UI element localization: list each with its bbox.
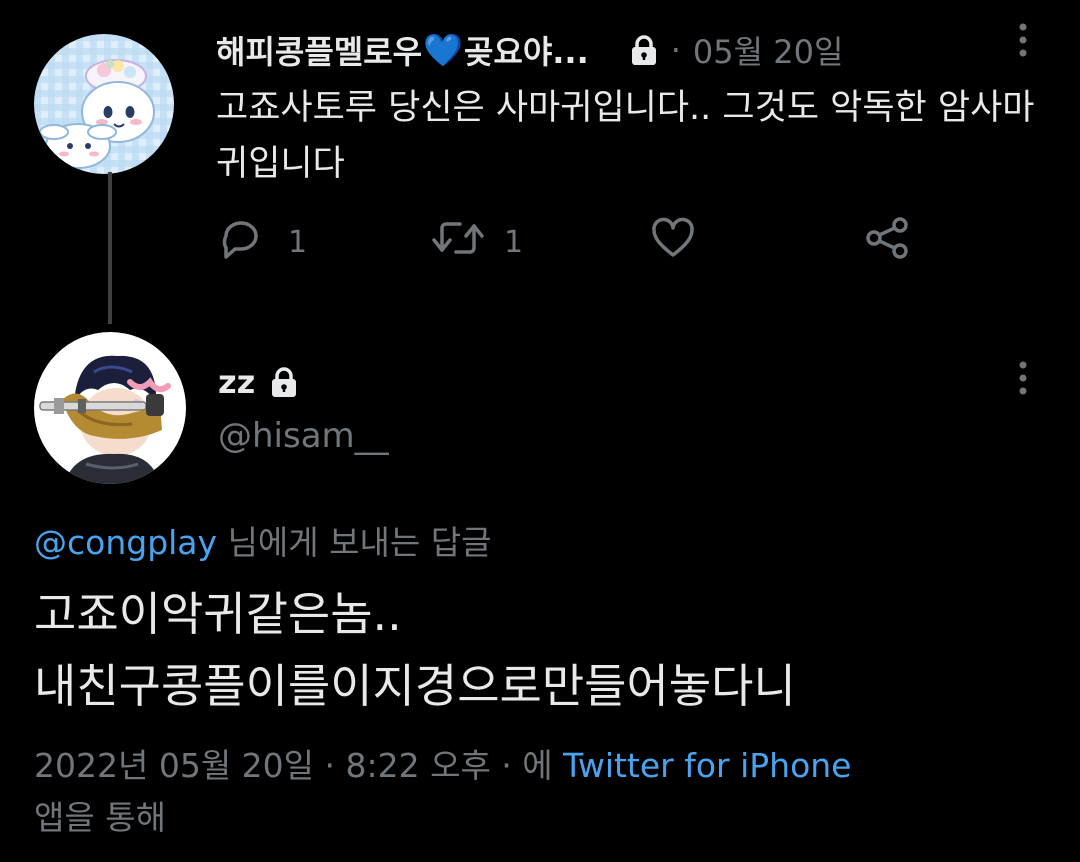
meta-source-link[interactable]: Twitter for iPhone: [563, 746, 851, 785]
lock-icon: [269, 366, 299, 398]
reply-count: 1: [288, 224, 308, 260]
share-icon: [864, 216, 912, 268]
reply-display-name[interactable]: zz: [218, 363, 255, 401]
reply-icon: [218, 216, 264, 268]
replying-to-mention[interactable]: @congplay: [34, 523, 217, 562]
like-icon: [650, 216, 696, 268]
meta-timestamp: 2022년 05월 20일 · 8:22 오후 · 에: [34, 746, 564, 785]
retweet-action[interactable]: 1: [430, 216, 523, 268]
tweet-meta: 2022년 05월 20일 · 8:22 오후 · 에 Twitter for …: [34, 740, 1054, 844]
reply-avatar[interactable]: [34, 332, 186, 484]
reply-handle[interactable]: @hisam__: [218, 416, 389, 456]
reply-more-icon[interactable]: [1008, 358, 1038, 398]
heart-emoji: 💙: [423, 31, 463, 69]
retweet-count: 1: [504, 224, 524, 260]
reply-action[interactable]: 1: [218, 216, 307, 268]
parent-avatar[interactable]: [34, 34, 174, 174]
header-separator: ·: [670, 31, 681, 69]
lock-icon: [629, 34, 659, 66]
parent-avatar-image: [34, 34, 174, 174]
parent-date[interactable]: 05월 20일: [693, 27, 844, 73]
parent-display-name-suffix[interactable]: 곶요야...: [464, 27, 589, 73]
like-action[interactable]: [650, 216, 696, 268]
reply-avatar-image: [34, 332, 186, 484]
share-action[interactable]: [864, 216, 912, 268]
reply-text-line-1: 고죠이악귀같은놈..: [34, 587, 402, 641]
retweet-icon: [430, 216, 486, 268]
reply-text-line-2: 내친구콩플이를이지경으로만들어놓다니: [34, 659, 796, 713]
parent-display-name[interactable]: 해피콩플멜로우: [216, 27, 422, 73]
replying-to-suffix: 님에게 보내는 답글: [217, 523, 492, 562]
parent-header: 해피콩플멜로우 💙 곶요야... · 05월 20일: [216, 26, 843, 74]
reply-tweet-text: 고죠이악귀같은놈.. 내친구콩플이를이지경으로만들어놓다니: [34, 578, 1054, 722]
parent-tweet-text: 고죠사토루 당신은 사마귀입니다.. 그것도 악독한 암사마귀입니다: [216, 88, 1035, 184]
reply-header: zz: [218, 360, 299, 404]
parent-more-icon[interactable]: [1008, 20, 1038, 60]
replying-to: @congplay 님에게 보내는 답글: [34, 516, 491, 564]
meta-suffix: 앱을 통해: [34, 798, 166, 837]
thread-connector-line: [108, 172, 112, 324]
